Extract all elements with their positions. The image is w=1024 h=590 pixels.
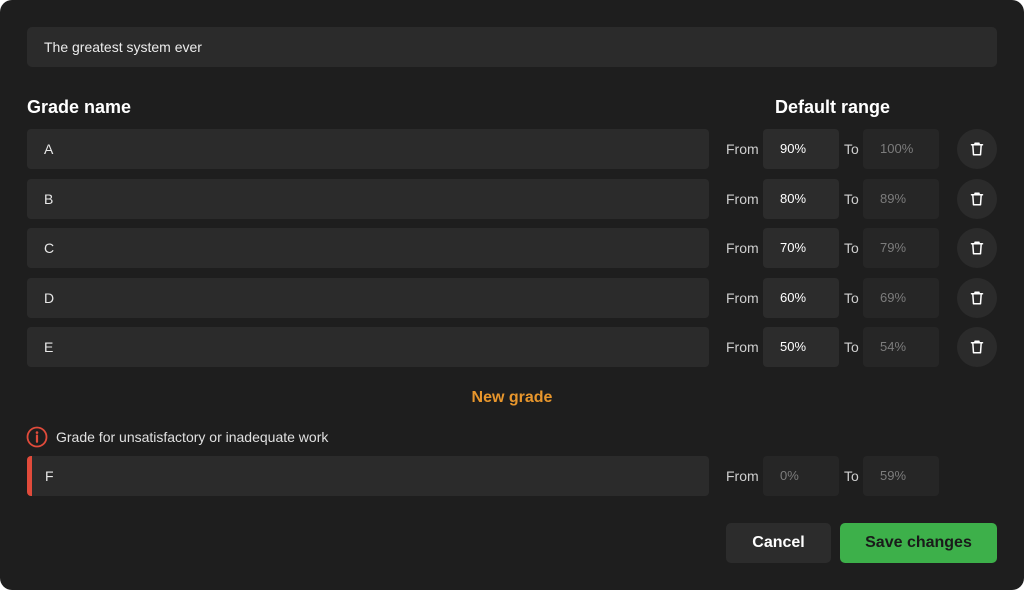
delete-grade-button[interactable] [957, 327, 997, 367]
to-percent-field: 59% [863, 456, 939, 496]
trash-icon [970, 192, 984, 206]
grade-name-input[interactable]: D [27, 278, 709, 318]
from-label: From [726, 339, 759, 355]
grading-system-editor: The greatest system ever Grade name Defa… [0, 0, 1024, 590]
from-percent-input[interactable]: 60% [763, 278, 839, 318]
default-range-heading: Default range [775, 97, 891, 117]
save-changes-button[interactable]: Save changes [840, 523, 997, 563]
grade-name-input[interactable]: A [27, 129, 709, 169]
new-grade-button[interactable]: New grade [432, 386, 592, 410]
to-label: To [844, 191, 859, 207]
delete-grade-button[interactable] [957, 179, 997, 219]
grade-row: E From 50% To 54% [0, 327, 1024, 367]
to-label: To [844, 339, 859, 355]
cancel-button[interactable]: Cancel [726, 523, 831, 563]
delete-grade-button[interactable] [957, 129, 997, 169]
to-percent-field: 100% [863, 129, 939, 169]
delete-grade-button[interactable] [957, 228, 997, 268]
to-percent-field: 89% [863, 179, 939, 219]
failing-grade-name-input[interactable]: F [27, 456, 709, 496]
grade-name-heading: Grade name [27, 97, 132, 117]
grade-row: D From 60% To 69% [0, 278, 1024, 318]
from-percent-input[interactable]: 70% [763, 228, 839, 268]
to-label: To [844, 240, 859, 256]
failing-grade-note: Grade for unsatisfactory or inadequate w… [56, 429, 329, 445]
from-label: From [726, 290, 759, 306]
from-label: From [726, 191, 759, 207]
grade-name-input[interactable]: B [27, 179, 709, 219]
grade-row: B From 80% To 89% [0, 179, 1024, 219]
grade-row: A From 90% To 100% [0, 129, 1024, 169]
trash-icon [970, 142, 984, 156]
from-label: From [726, 468, 759, 484]
from-label: From [726, 240, 759, 256]
to-label: To [844, 468, 859, 484]
to-percent-field: 54% [863, 327, 939, 367]
to-percent-field: 79% [863, 228, 939, 268]
grade-name-input[interactable]: E [27, 327, 709, 367]
to-percent-field: 69% [863, 278, 939, 318]
grade-name-input[interactable]: C [27, 228, 709, 268]
to-label: To [844, 290, 859, 306]
from-percent-input[interactable]: 50% [763, 327, 839, 367]
trash-icon [970, 291, 984, 305]
system-name-input[interactable]: The greatest system ever [27, 27, 997, 67]
delete-grade-button[interactable] [957, 278, 997, 318]
to-label: To [844, 141, 859, 157]
from-label: From [726, 141, 759, 157]
from-percent-input[interactable]: 90% [763, 129, 839, 169]
trash-icon [970, 241, 984, 255]
grade-row: C From 70% To 79% [0, 228, 1024, 268]
from-percent-input[interactable]: 80% [763, 179, 839, 219]
info-circle-icon [26, 426, 48, 448]
failing-grade-row: F From 0% To 59% [0, 456, 1024, 496]
from-percent-field: 0% [763, 456, 839, 496]
trash-icon [970, 340, 984, 354]
